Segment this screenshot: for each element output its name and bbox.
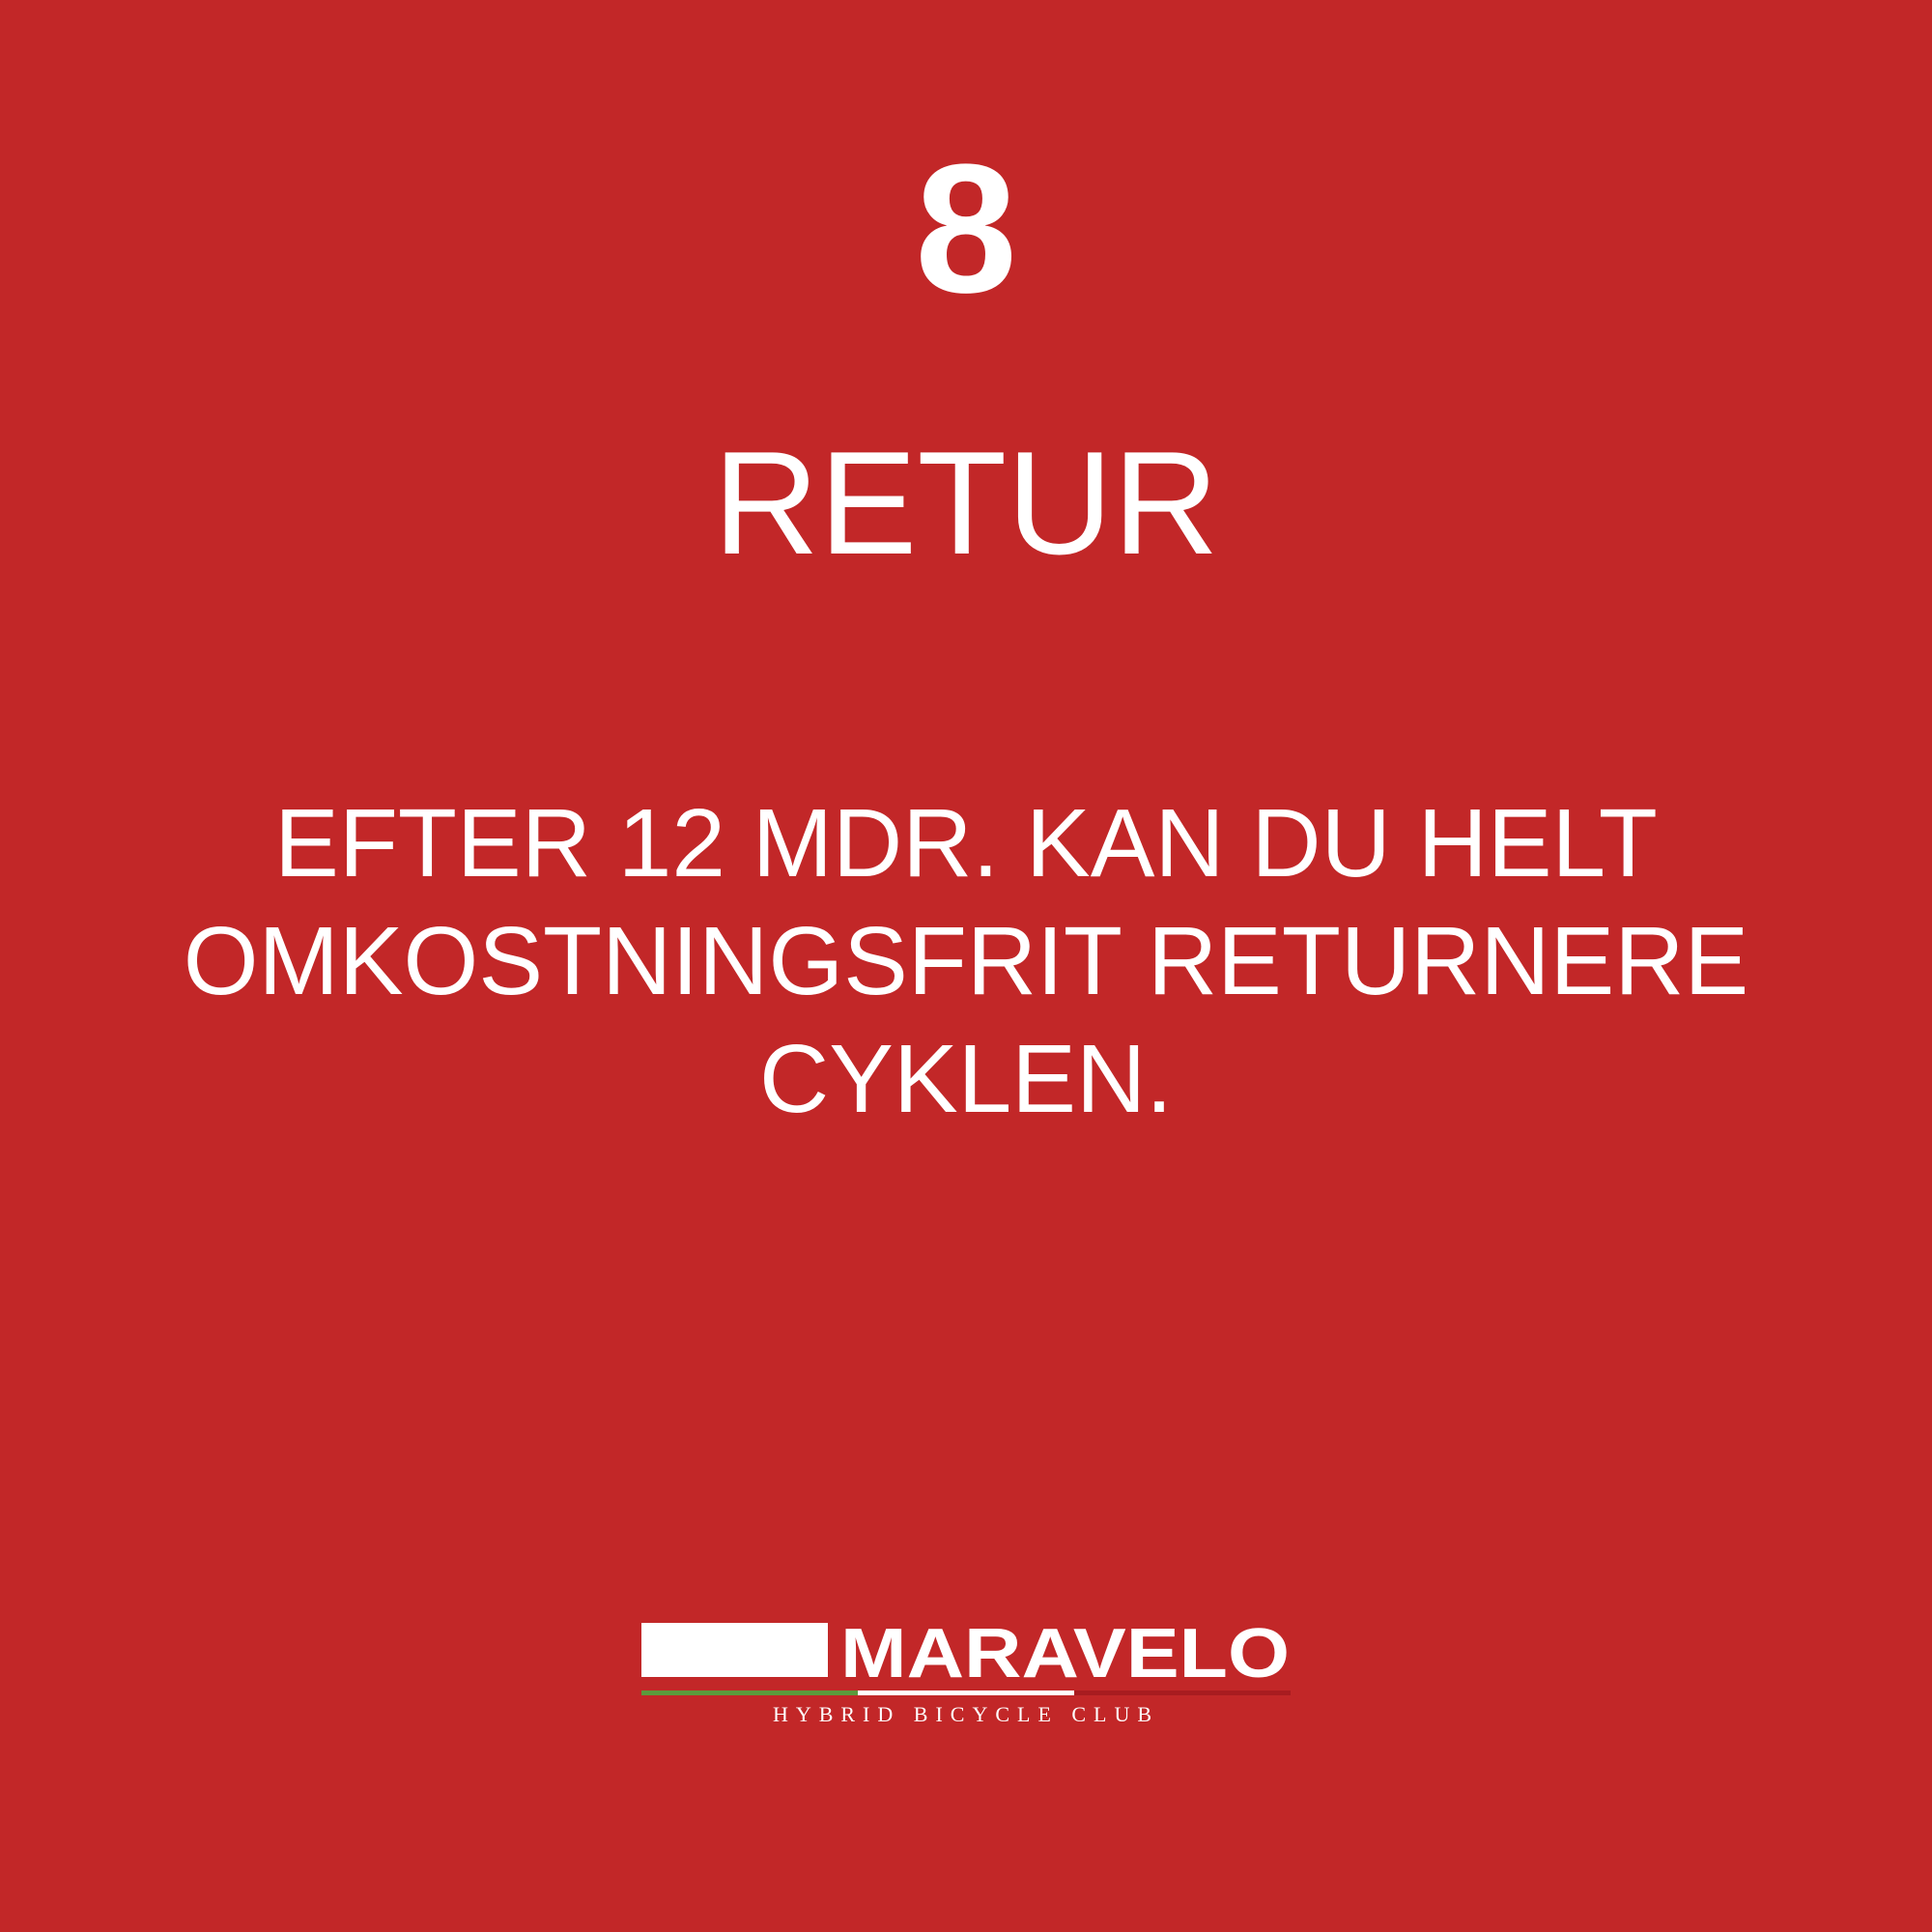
stripe-red: [1074, 1690, 1291, 1695]
stripe-white: [858, 1690, 1074, 1695]
logo-block: [641, 1623, 828, 1677]
tricolor-stripe: [641, 1690, 1291, 1695]
body-line: OMKOSTNINGSFRIT RETURNERE: [183, 907, 1749, 1015]
step-number: 8: [915, 127, 1017, 331]
wordmark-text: MARAVELO: [840, 1617, 1290, 1685]
logo-wordmark: MARAVELO: [840, 1617, 1294, 1685]
slide-title: RETUR: [713, 421, 1219, 585]
wordmark-svg: MARAVELO: [840, 1617, 1290, 1685]
body-line: CYKLEN.: [759, 1025, 1173, 1133]
stripe-green: [641, 1690, 858, 1695]
body-line: EFTER 12 MDR. KAN DU HELT: [274, 789, 1658, 897]
maravelo-logo: MARAVELO HYBRID BICYCLE CLUB: [641, 1617, 1291, 1729]
body-text: EFTER 12 MDR. KAN DU HELT OMKOSTNINGSFRI…: [145, 784, 1787, 1138]
slide: 8 RETUR EFTER 12 MDR. KAN DU HELT OMKOST…: [0, 0, 1932, 1932]
logo-tagline: HYBRID BICYCLE CLUB: [772, 1702, 1160, 1726]
